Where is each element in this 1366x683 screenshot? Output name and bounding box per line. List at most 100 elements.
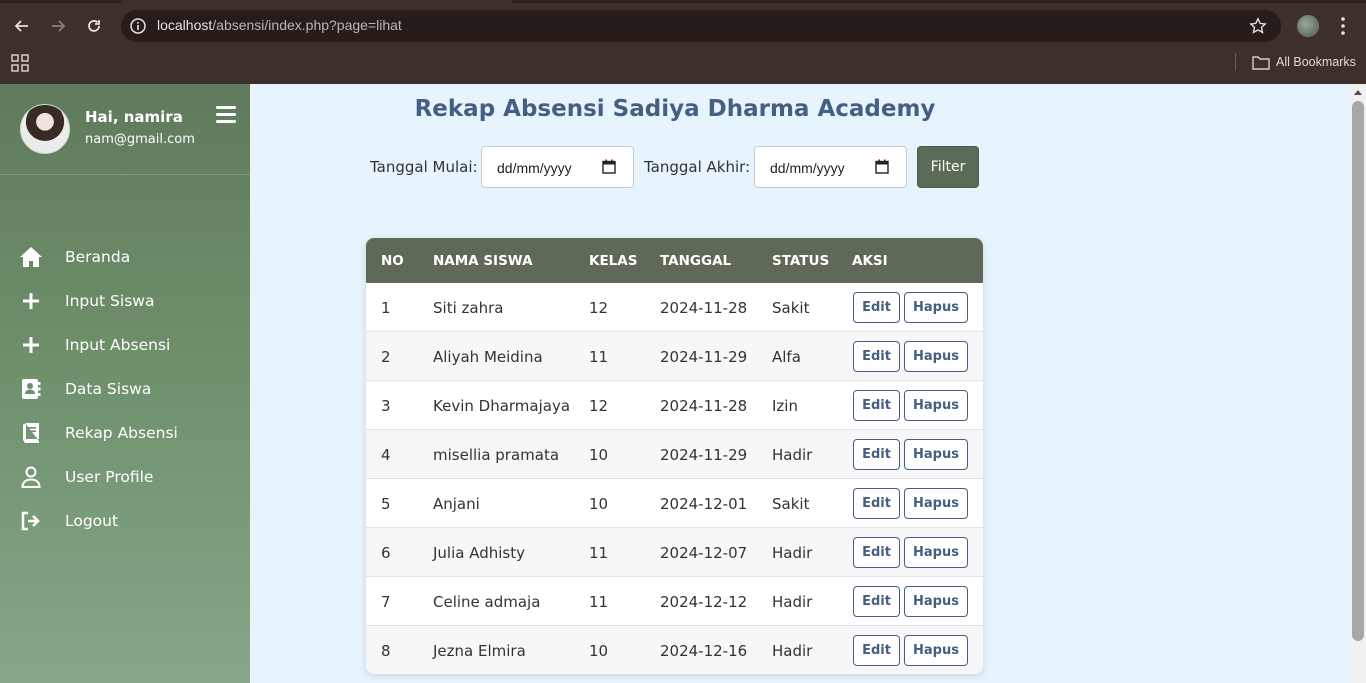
back-button[interactable] xyxy=(9,13,35,39)
cell-no: 5 xyxy=(381,495,391,513)
edit-button[interactable]: Edit xyxy=(853,537,900,568)
sidebar-item-rekap-absensi[interactable]: Rekap Absensi xyxy=(0,413,250,453)
cell-kelas: 10 xyxy=(589,495,609,513)
delete-button[interactable]: Hapus xyxy=(904,635,968,666)
sidebar-item-label: Beranda xyxy=(65,248,131,266)
delete-button[interactable]: Hapus xyxy=(904,390,968,421)
table-row: 2 Aliyah Meidina 11 2024-11-29 Alfa Edit… xyxy=(366,332,983,381)
forward-button[interactable] xyxy=(45,13,71,39)
reload-icon xyxy=(88,20,100,32)
cell-kelas: 12 xyxy=(589,397,609,415)
cell-no: 8 xyxy=(381,642,391,660)
address-bar[interactable]: localhost/absensi/index.php?page=lihat xyxy=(121,10,1281,42)
sidebar-item-label: Input Siswa xyxy=(65,292,155,310)
cell-status: Izin xyxy=(772,397,798,415)
start-date-value: dd/mm/yyyy xyxy=(497,160,572,176)
url-text: localhost/absensi/index.php?page=lihat xyxy=(157,17,402,33)
tab-strip-edge xyxy=(512,0,1366,3)
sidebar-item-beranda[interactable]: Beranda xyxy=(0,237,250,277)
apps-grid-icon[interactable] xyxy=(10,53,30,73)
site-info-icon[interactable] xyxy=(129,17,147,35)
sidebar-divider xyxy=(0,174,250,175)
hamburger-menu-icon[interactable] xyxy=(216,106,236,124)
sidebar-item-logout[interactable]: Logout xyxy=(0,501,250,541)
page-viewport: Hai, namira nam@gmail.com Beranda Input … xyxy=(0,84,1366,683)
cell-status: Hadir xyxy=(772,593,813,611)
cell-no: 1 xyxy=(381,299,391,317)
filter-button[interactable]: Filter xyxy=(917,146,979,188)
tab-strip-edge xyxy=(0,0,122,3)
arrow-right-icon xyxy=(52,20,66,32)
sidebar-item-label: User Profile xyxy=(65,468,154,486)
arrow-left-icon xyxy=(14,20,28,32)
address-book-icon xyxy=(19,377,43,401)
cell-tanggal: 2024-11-29 xyxy=(660,348,748,366)
attendance-table: NO NAMA SISWA KELAS TANGGAL STATUS AKSI … xyxy=(366,238,983,674)
sidebar-item-input-absensi[interactable]: Input Absensi xyxy=(0,325,250,365)
end-date-input[interactable]: dd/mm/yyyy xyxy=(754,146,907,188)
table-row: 4 misellia pramata 10 2024-11-29 Hadir E… xyxy=(366,430,983,479)
table-header: NO NAMA SISWA KELAS TANGGAL STATUS AKSI xyxy=(366,238,983,283)
edit-button[interactable]: Edit xyxy=(853,488,900,519)
sidebar-item-input-siswa[interactable]: Input Siswa xyxy=(0,281,250,321)
cell-status: Hadir xyxy=(772,446,813,464)
cell-kelas: 10 xyxy=(589,642,609,660)
cell-kelas: 11 xyxy=(589,348,609,366)
profile-avatar[interactable] xyxy=(1297,15,1319,37)
table-row: 5 Anjani 10 2024-12-01 Sakit Edit Hapus xyxy=(366,479,983,528)
delete-button[interactable]: Hapus xyxy=(904,341,968,372)
cell-tanggal: 2024-11-28 xyxy=(660,299,748,317)
edit-button[interactable]: Edit xyxy=(853,341,900,372)
edit-button[interactable]: Edit xyxy=(853,635,900,666)
url-path: /absensi/index.php?page=lihat xyxy=(212,17,402,33)
more-menu-icon[interactable] xyxy=(1335,14,1351,38)
cell-tanggal: 2024-11-28 xyxy=(660,397,748,415)
column-header-status: STATUS xyxy=(772,253,830,269)
delete-button[interactable]: Hapus xyxy=(904,537,968,568)
delete-button[interactable]: Hapus xyxy=(904,439,968,470)
cell-nama: Anjani xyxy=(433,495,480,513)
table-row: 8 Jezna Elmira 10 2024-12-16 Hadir Edit … xyxy=(366,626,983,674)
delete-button[interactable]: Hapus xyxy=(904,586,968,617)
cell-tanggal: 2024-12-12 xyxy=(660,593,748,611)
cell-no: 6 xyxy=(381,544,391,562)
cell-no: 3 xyxy=(381,397,391,415)
calendar-icon[interactable] xyxy=(602,159,616,174)
bookmarks-separator xyxy=(1235,53,1236,71)
folder-icon xyxy=(1252,56,1270,70)
edit-button[interactable]: Edit xyxy=(853,439,900,470)
user-greeting: Hai, namira xyxy=(85,108,183,126)
home-icon xyxy=(19,245,43,269)
scrollbar-thumb[interactable] xyxy=(1352,101,1364,641)
all-bookmarks-link[interactable]: All Bookmarks xyxy=(1276,55,1356,69)
edit-button[interactable]: Edit xyxy=(853,292,900,323)
sidebar-item-user-profile[interactable]: User Profile xyxy=(0,457,250,497)
start-date-label: Tanggal Mulai: xyxy=(370,158,478,176)
bookmark-star-icon[interactable] xyxy=(1249,17,1267,35)
sidebar-item-data-siswa[interactable]: Data Siswa xyxy=(0,369,250,409)
edit-button[interactable]: Edit xyxy=(853,390,900,421)
cell-tanggal: 2024-11-29 xyxy=(660,446,748,464)
delete-button[interactable]: Hapus xyxy=(904,292,968,323)
user-avatar xyxy=(20,104,70,154)
start-date-input[interactable]: dd/mm/yyyy xyxy=(481,146,634,188)
table-row: 7 Celine admaja 11 2024-12-12 Hadir Edit… xyxy=(366,577,983,626)
delete-button[interactable]: Hapus xyxy=(904,488,968,519)
sidebar: Hai, namira nam@gmail.com Beranda Input … xyxy=(0,84,250,683)
book-icon xyxy=(19,421,43,445)
table-row: 6 Julia Adhisty 11 2024-12-07 Hadir Edit… xyxy=(366,528,983,577)
reload-button[interactable] xyxy=(81,13,107,39)
url-host: localhost xyxy=(157,17,213,33)
scroll-up-arrow-icon[interactable] xyxy=(1354,90,1362,95)
column-header-kelas: KELAS xyxy=(589,253,638,269)
column-header-aksi: AKSI xyxy=(852,253,888,269)
cell-nama: Jezna Elmira xyxy=(433,642,526,660)
calendar-icon[interactable] xyxy=(875,159,889,174)
column-header-nama: NAMA SISWA xyxy=(433,253,533,269)
edit-button[interactable]: Edit xyxy=(853,586,900,617)
page-scrollbar[interactable] xyxy=(1350,84,1366,683)
plus-icon xyxy=(19,289,43,313)
sidebar-item-label: Input Absensi xyxy=(65,336,171,354)
cell-nama: Aliyah Meidina xyxy=(433,348,543,366)
cell-status: Alfa xyxy=(772,348,801,366)
